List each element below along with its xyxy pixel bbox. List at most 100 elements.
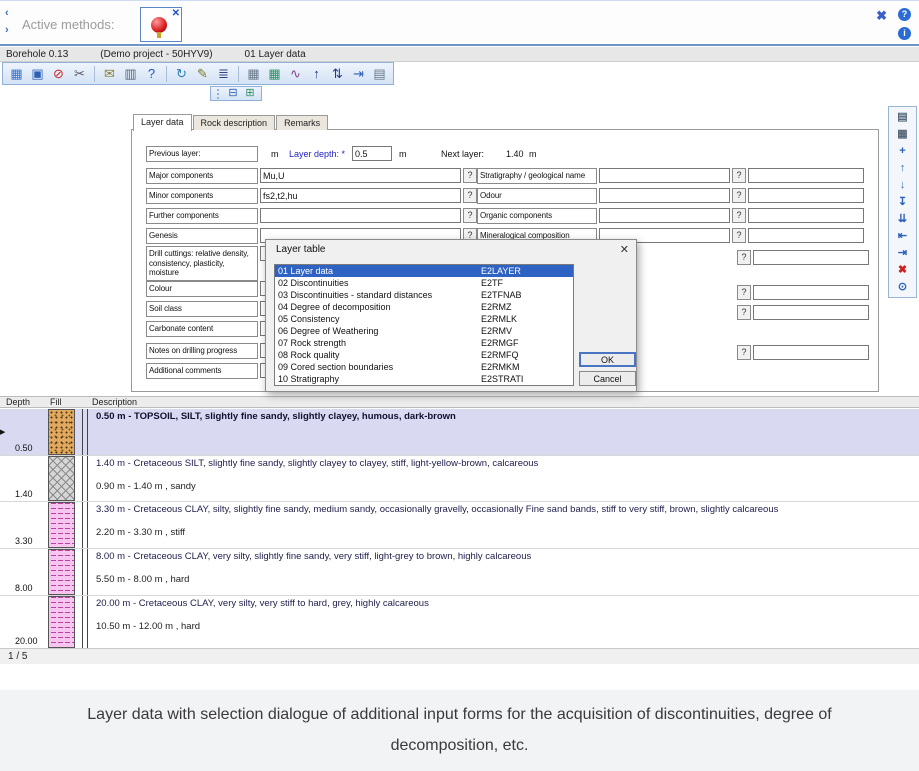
field-help-button[interactable]: ? bbox=[732, 228, 746, 243]
dialog-item-01-layer-data[interactable]: 01 Layer dataE2LAYER bbox=[275, 265, 573, 277]
extract-record-icon[interactable]: ⇥ bbox=[894, 245, 911, 261]
field-label-colour[interactable]: Colour bbox=[146, 281, 258, 297]
chevron-left-icon[interactable]: ‹ bbox=[5, 5, 9, 22]
layer-row-3.30[interactable]: 3.303.30 m - Cretaceous CLAY, silty, sli… bbox=[0, 502, 919, 549]
edit-list-icon[interactable]: ✎ bbox=[193, 64, 212, 83]
arrow-up-icon[interactable]: ↑ bbox=[894, 160, 911, 176]
help-icon[interactable]: ? bbox=[142, 64, 161, 83]
dialog-item-09-cored-section-boundaries[interactable]: 09 Cored section boundariesE2RMKM bbox=[275, 361, 573, 373]
arrow-up-icon[interactable]: ↑ bbox=[307, 64, 326, 83]
breadcrumb-item-01-layer-data[interactable]: 01 Layer data bbox=[245, 49, 306, 60]
print-icon[interactable]: ▥ bbox=[121, 64, 140, 83]
cancel-icon[interactable]: ⊘ bbox=[49, 64, 68, 83]
preview-icon[interactable]: ⊙ bbox=[894, 279, 911, 295]
move-icon[interactable]: + bbox=[894, 143, 911, 159]
field-help-button[interactable]: ? bbox=[737, 250, 751, 265]
layer-depth-input[interactable] bbox=[352, 146, 392, 161]
breadcrumb-item-borehole-0-13[interactable]: Borehole 0.13 bbox=[6, 49, 68, 60]
arrow-down-icon[interactable]: ↓ bbox=[894, 177, 911, 193]
tree-table-icon[interactable]: ⊞ bbox=[243, 87, 257, 100]
field-input-extra-4[interactable] bbox=[753, 345, 869, 360]
layer-row-8.00[interactable]: 8.008.00 m - Cretaceous CLAY, very silty… bbox=[0, 549, 919, 596]
collapse-chevrons[interactable]: ‹ › bbox=[5, 5, 9, 38]
refresh-icon[interactable]: ↻ bbox=[172, 64, 191, 83]
chart-icon[interactable]: ∿ bbox=[286, 64, 305, 83]
field-label-drill-cuttings-relative-density-consistenc[interactable]: Drill cuttings: relative density, consis… bbox=[146, 246, 258, 281]
close-window-icon[interactable]: ✖ bbox=[876, 8, 887, 24]
dialog-item-08-rock-quality[interactable]: 08 Rock qualityE2RMFQ bbox=[275, 349, 573, 361]
field-label-carbonate-content[interactable]: Carbonate content bbox=[146, 321, 258, 337]
tab-remarks[interactable]: Remarks bbox=[276, 115, 328, 130]
field-input2-odour[interactable] bbox=[748, 188, 864, 203]
dialog-item-05-consistency[interactable]: 05 ConsistencyE2RMLK bbox=[275, 313, 573, 325]
field-input-major-components[interactable] bbox=[260, 168, 461, 183]
form-view-icon[interactable]: ▤ bbox=[894, 109, 911, 125]
field-label-notes-on-drilling-progress[interactable]: Notes on drilling progress bbox=[146, 343, 258, 359]
field-help-button[interactable]: ? bbox=[732, 208, 746, 223]
field-help-button[interactable]: ? bbox=[732, 168, 746, 183]
field-input-extra-2[interactable] bbox=[753, 285, 869, 300]
field-input-odour[interactable] bbox=[599, 188, 730, 203]
save-icon[interactable]: ▣ bbox=[28, 64, 47, 83]
window-help-icon[interactable]: ? bbox=[898, 8, 911, 21]
field-label-minor-components[interactable]: Minor components bbox=[146, 188, 258, 204]
field-help-button[interactable]: ? bbox=[737, 305, 751, 320]
arrow-to-bottom-icon[interactable]: ↧ bbox=[894, 194, 911, 210]
new-table-icon[interactable]: ▦ bbox=[7, 64, 26, 83]
field-label-stratigraphy-geological-name[interactable]: Stratigraphy / geological name bbox=[477, 168, 597, 184]
dialog-close-icon[interactable]: ✕ bbox=[620, 243, 629, 256]
dialog-item-06-degree-of-weathering[interactable]: 06 Degree of WeatheringE2RMV bbox=[275, 325, 573, 337]
field-input2-organic-components[interactable] bbox=[748, 208, 864, 223]
field-help-button[interactable]: ? bbox=[737, 345, 751, 360]
field-help-button[interactable]: ? bbox=[732, 188, 746, 203]
field-label-further-components[interactable]: Further components bbox=[146, 208, 258, 224]
dialog-item-02-discontinuities[interactable]: 02 DiscontinuitiesE2TF bbox=[275, 277, 573, 289]
field-input2-mineralogical-composition[interactable] bbox=[748, 228, 864, 243]
field-input2-stratigraphy-geological-name[interactable] bbox=[748, 168, 864, 183]
transfer-icon[interactable]: ⇥ bbox=[349, 64, 368, 83]
dialog-item-04-degree-of-decomposition[interactable]: 04 Degree of decompositionE2RMZ bbox=[275, 301, 573, 313]
layer-row-1.40[interactable]: 1.401.40 m - Cretaceous SILT, slightly f… bbox=[0, 456, 919, 502]
field-label-organic-components[interactable]: Organic components bbox=[477, 208, 597, 224]
breadcrumb-item-demo-project-50hyv9[interactable]: (Demo project - 50HYV9) bbox=[100, 49, 212, 60]
field-input-extra-1[interactable] bbox=[753, 250, 869, 265]
dialog-item-10-stratigraphy[interactable]: 10 StratigraphyE2STRATI bbox=[275, 373, 573, 385]
tab-rock-description[interactable]: Rock description bbox=[193, 115, 276, 130]
field-help-button[interactable]: ? bbox=[463, 188, 477, 203]
layer-row-20.00[interactable]: 20.0020.00 m - Cretaceous CLAY, very sil… bbox=[0, 596, 919, 649]
email-icon[interactable]: ✉ bbox=[100, 64, 119, 83]
field-label-additional-comments[interactable]: Additional comments bbox=[146, 363, 258, 379]
field-label-major-components[interactable]: Major components bbox=[146, 168, 258, 184]
cancel-button[interactable]: Cancel bbox=[579, 371, 636, 386]
active-method-item[interactable]: ✕ bbox=[140, 7, 182, 42]
remove-method-icon[interactable]: ✕ bbox=[172, 8, 180, 19]
field-help-button[interactable]: ? bbox=[463, 168, 477, 183]
field-input-further-components[interactable] bbox=[260, 208, 461, 223]
insert-record-icon[interactable]: ⇤ bbox=[894, 228, 911, 244]
form-icon[interactable]: ▤ bbox=[370, 64, 389, 83]
layer-row-0.50[interactable]: ▶0.500.50 m - TOPSOIL, SILT, slightly fi… bbox=[0, 409, 919, 456]
field-label-soil-class[interactable]: Soil class bbox=[146, 301, 258, 317]
table-view-icon[interactable]: ▦ bbox=[894, 126, 911, 142]
dialog-item-07-rock-strength[interactable]: 07 Rock strengthE2RMGF bbox=[275, 337, 573, 349]
field-label-odour[interactable]: Odour bbox=[477, 188, 597, 204]
book-icon[interactable]: ≣ bbox=[214, 64, 233, 83]
ok-button[interactable]: OK bbox=[579, 352, 636, 367]
field-input-organic-components[interactable] bbox=[599, 208, 730, 223]
field-label-genesis[interactable]: Genesis bbox=[146, 228, 258, 244]
chevron-right-icon[interactable]: › bbox=[5, 22, 9, 39]
tree-view-icon[interactable]: ⊟ bbox=[226, 87, 240, 100]
swap-icon[interactable]: ⇅ bbox=[328, 64, 347, 83]
field-help-button[interactable]: ? bbox=[463, 208, 477, 223]
tab-layer-data[interactable]: Layer data bbox=[133, 114, 192, 131]
dialog-item-03-discontinuities-standard-distances[interactable]: 03 Discontinuities - standard distancesE… bbox=[275, 289, 573, 301]
field-input-minor-components[interactable] bbox=[260, 188, 461, 203]
table-select-icon[interactable]: ▦ bbox=[265, 64, 284, 83]
double-arrow-down-icon[interactable]: ⇊ bbox=[894, 211, 911, 227]
cut-icon[interactable]: ✂ bbox=[70, 64, 89, 83]
table-icon[interactable]: ▦ bbox=[244, 64, 263, 83]
delete-record-icon[interactable]: ✖ bbox=[894, 262, 911, 278]
field-input-extra-3[interactable] bbox=[753, 305, 869, 320]
field-input-stratigraphy-geological-name[interactable] bbox=[599, 168, 730, 183]
field-help-button[interactable]: ? bbox=[737, 285, 751, 300]
